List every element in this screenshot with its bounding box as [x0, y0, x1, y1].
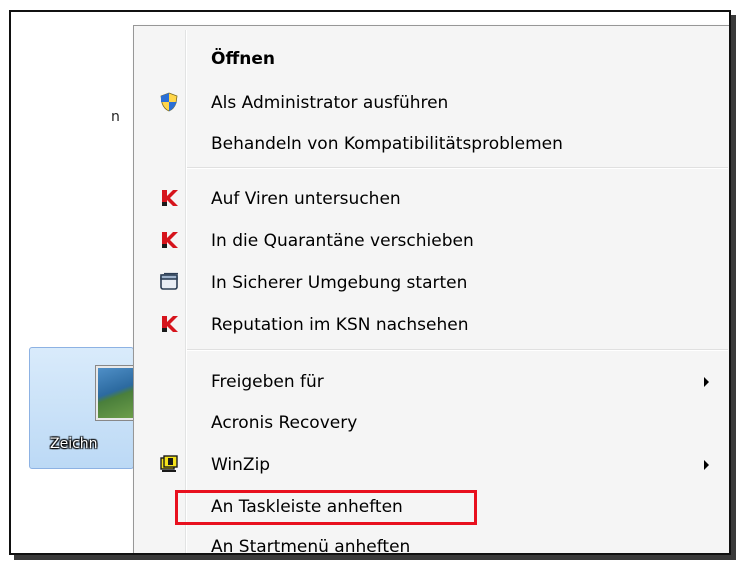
- menu-item-label: Öffnen: [211, 49, 275, 69]
- menu-item-acronis-recovery[interactable]: Acronis Recovery: [134, 408, 729, 438]
- menu-item-open[interactable]: Öffnen: [134, 44, 729, 74]
- menu-item-winzip[interactable]: WinZip: [134, 450, 729, 480]
- menu-item-pin-to-start-menu[interactable]: An Startmenü anheften: [134, 532, 729, 555]
- menu-item-label: Reputation im KSN nachsehen: [211, 315, 469, 335]
- menu-item-label: Auf Viren untersuchen: [211, 189, 401, 209]
- screenshot-frame: n Zeichn Öffnen Als Administrator ausfüh…: [9, 10, 731, 555]
- menu-item-label: Freigeben für: [211, 372, 324, 392]
- menu-item-label: Als Administrator ausführen: [211, 93, 449, 113]
- kaspersky-icon: [159, 230, 179, 250]
- menu-item-quarantine[interactable]: In die Quarantäne verschieben: [134, 226, 729, 256]
- menu-item-share-with[interactable]: Freigeben für: [134, 367, 729, 397]
- menu-item-scan-viruses[interactable]: Auf Viren untersuchen: [134, 184, 729, 214]
- menu-item-label: Behandeln von Kompatibilitätsproblemen: [211, 134, 563, 154]
- submenu-arrow-icon: [704, 377, 709, 387]
- menu-item-label: In Sicherer Umgebung starten: [211, 273, 468, 293]
- menu-item-label: WinZip: [211, 455, 271, 475]
- submenu-arrow-icon: [704, 460, 709, 470]
- menu-separator: [187, 349, 728, 350]
- kaspersky-icon: [159, 314, 179, 334]
- menu-separator: [187, 167, 728, 168]
- winzip-icon: [159, 454, 179, 474]
- uac-shield-icon: [159, 92, 179, 112]
- desktop-icon-label: Zeichn: [50, 436, 98, 452]
- menu-item-run-as-admin[interactable]: Als Administrator ausführen: [134, 88, 729, 118]
- menu-item-troubleshoot-compatibility[interactable]: Behandeln von Kompatibilitätsproblemen: [134, 129, 729, 159]
- context-menu: Öffnen Als Administrator ausführen Behan…: [133, 25, 729, 555]
- highlight-box: [175, 490, 477, 525]
- menu-item-ksn-reputation[interactable]: Reputation im KSN nachsehen: [134, 310, 729, 340]
- window-icon: [159, 272, 179, 292]
- desktop-icon-selected[interactable]: Zeichn: [29, 347, 140, 469]
- menu-item-label: An Startmenü anheften: [211, 537, 411, 555]
- desktop-text-fragment: n: [111, 109, 120, 125]
- kaspersky-icon: [159, 188, 179, 208]
- menu-item-label: Acronis Recovery: [211, 413, 358, 433]
- menu-item-safe-environment[interactable]: In Sicherer Umgebung starten: [134, 268, 729, 298]
- menu-item-label: In die Quarantäne verschieben: [211, 231, 474, 251]
